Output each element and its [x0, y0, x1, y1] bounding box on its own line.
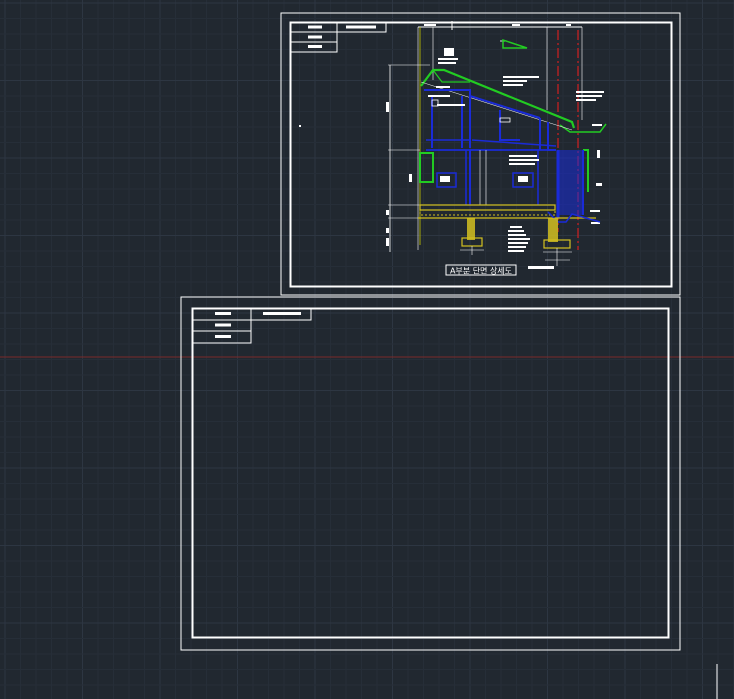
model-space-viewport[interactable]: A부분 단면 상세도 — [0, 0, 734, 699]
stray-point — [299, 125, 301, 127]
drawing-caption: A부분 단면 상세도 — [450, 266, 512, 276]
canvas-background — [0, 0, 734, 699]
drawing-canvas[interactable]: A부분 단면 상세도 — [0, 0, 734, 699]
